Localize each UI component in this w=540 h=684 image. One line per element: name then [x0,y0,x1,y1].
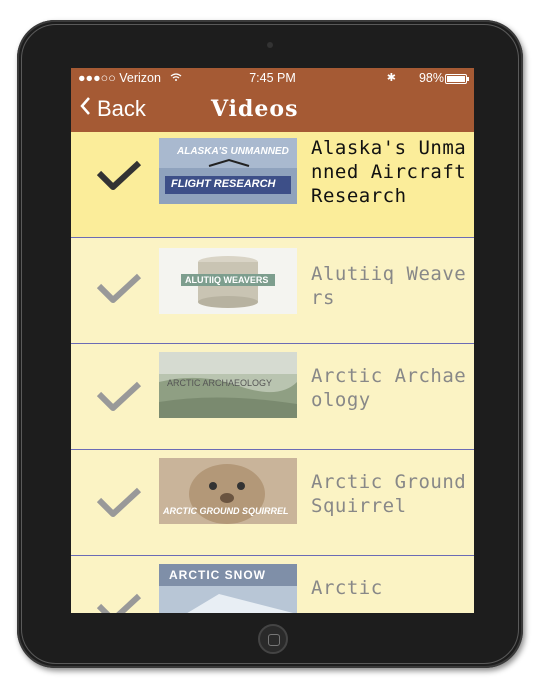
status-bar: ●●●○○ Verizon 7:45 PM ✱ 98% [71,68,474,88]
front-camera [267,42,273,48]
status-time: 7:45 PM [249,71,296,85]
page-title: Videos [211,96,299,122]
video-title: Arctic Archaeology [311,365,467,411]
video-title: Arctic Ground Squirrel [311,471,467,517]
navigation-bar: Back Videos [71,88,474,132]
thumbnail-caption: ARCTIC SNOW [169,568,266,582]
app-screen: ●●●○○ Verizon 7:45 PM ✱ 98% Back Videos [71,68,474,613]
back-button[interactable]: Back [79,96,146,122]
thumbnail-caption: ALASKA'S UNMANNED [177,146,289,157]
thumbnail-caption: ARCTIC GROUND SQUIRREL [163,506,289,516]
checkmark-icon [97,381,141,411]
video-thumbnail: ARCTIC GROUND SQUIRREL [159,458,297,524]
video-row[interactable]: ARCTIC SNOW Arctic [71,556,474,613]
chevron-left-icon [79,96,91,122]
video-title: Alutiiq Weavers [311,263,467,309]
battery-icon [445,74,469,84]
battery-percent: 98% [418,71,444,85]
thumbnail-caption: ALUTIIQ WEAVERS [185,275,269,285]
checkmark-icon [97,487,141,517]
video-row[interactable]: ARCTIC GROUND SQUIRREL Arctic Ground Squ… [71,450,474,556]
video-thumbnail: ALASKA'S UNMANNED FLIGHT RESEARCH [159,138,297,204]
video-row[interactable]: ARCTIC ARCHAEOLOGY Arctic Archaeology [71,344,474,450]
video-row[interactable]: ALASKA'S UNMANNED FLIGHT RESEARCH Alaska… [71,132,474,238]
video-title: Alaska's Unmanned Aircraft Research [311,137,467,207]
video-thumbnail: ALUTIIQ WEAVERS [159,248,297,314]
home-button[interactable] [258,624,288,654]
checkmark-icon [97,593,141,613]
video-title: Arctic [311,577,383,599]
video-thumbnail: ARCTIC ARCHAEOLOGY [159,352,297,418]
bluetooth-icon: ✱ [386,72,396,84]
video-row[interactable]: ALUTIIQ WEAVERS Alutiiq Weavers [71,238,474,344]
thumbnail-caption: FLIGHT RESEARCH [171,178,276,190]
checkmark-icon [97,160,141,190]
video-thumbnail: ARCTIC SNOW [159,564,297,613]
back-label: Back [97,96,146,121]
thumbnail-caption: ARCTIC ARCHAEOLOGY [167,378,273,388]
checkmark-icon [97,273,141,303]
